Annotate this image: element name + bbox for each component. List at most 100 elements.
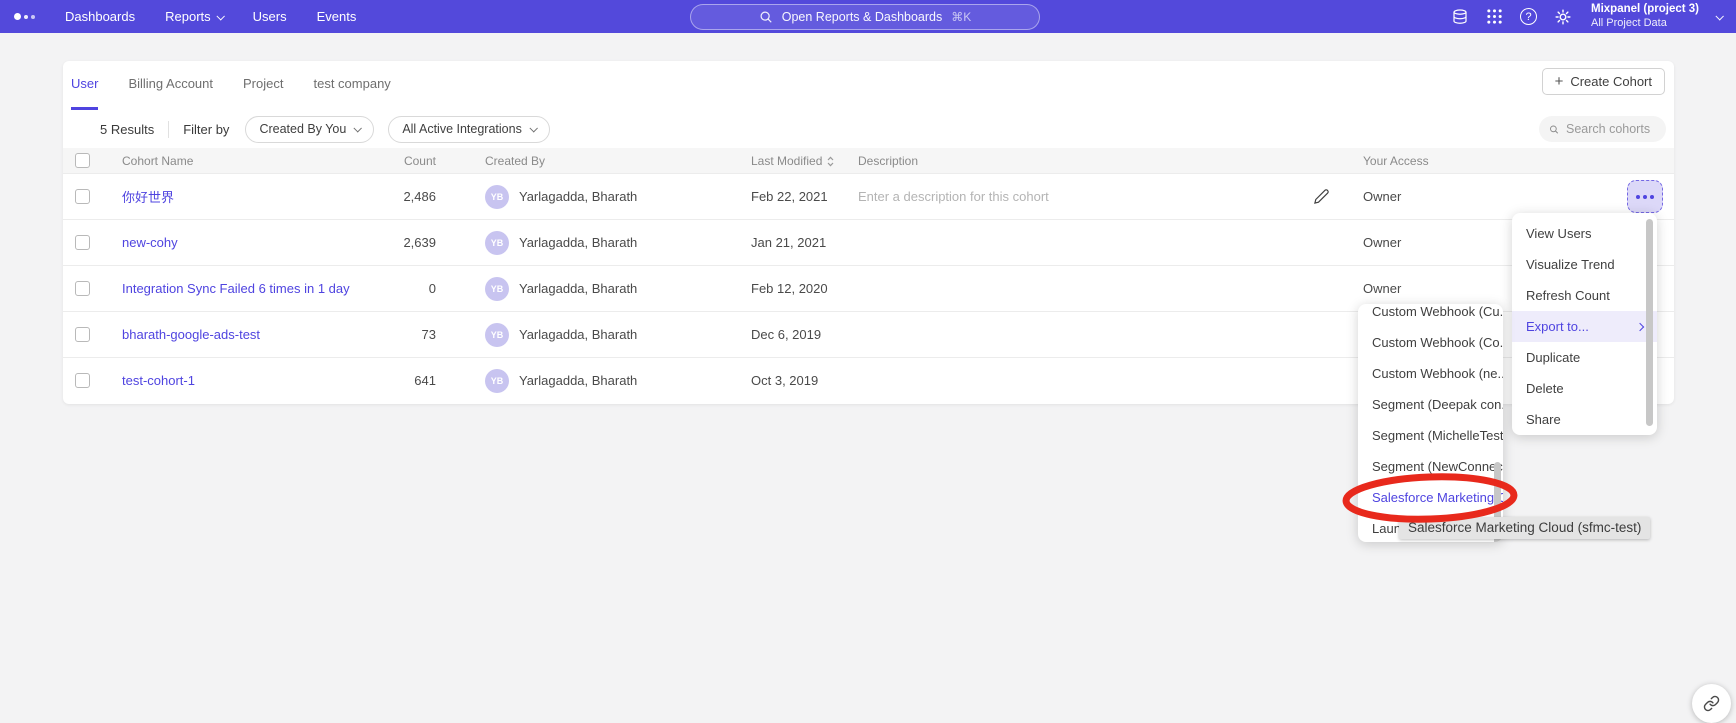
- row-checkbox[interactable]: [75, 373, 90, 388]
- submenu-item-custom-webhook-1[interactable]: Custom Webhook (Cu...: [1358, 304, 1503, 327]
- nav-item-events[interactable]: Events: [317, 9, 357, 24]
- integrations-filter[interactable]: All Active Integrations: [388, 116, 550, 143]
- avatar: YB: [485, 369, 509, 393]
- created-by-name: Yarlagadda, Bharath: [519, 235, 637, 250]
- cohort-name-link[interactable]: 你好世界: [122, 190, 174, 205]
- top-nav: Dashboards Reports Users Events Open Rep…: [0, 0, 1736, 33]
- filter-by-label: Filter by: [183, 122, 229, 137]
- created-by-filter-label: Created By You: [259, 122, 346, 136]
- tab-billing-account[interactable]: Billing Account: [128, 76, 213, 110]
- cohort-name-link[interactable]: Integration Sync Failed 6 times in 1 day: [122, 281, 350, 296]
- chevron-down-icon[interactable]: [1715, 12, 1723, 20]
- menu-item-share[interactable]: Share: [1512, 404, 1657, 435]
- cohort-search-field: [1539, 116, 1666, 142]
- menu-item-visualize-trend[interactable]: Visualize Trend: [1512, 249, 1657, 280]
- nav-item-users[interactable]: Users: [253, 9, 287, 24]
- col-your-access: Your Access: [1353, 154, 1593, 168]
- integrations-filter-label: All Active Integrations: [402, 122, 522, 136]
- data-management-icon[interactable]: [1451, 8, 1469, 26]
- col-cohort-name: Cohort Name: [122, 154, 376, 168]
- project-scope: All Project Data: [1591, 17, 1699, 31]
- row-checkbox[interactable]: [75, 281, 90, 296]
- menu-item-export-to[interactable]: Export to...: [1512, 311, 1657, 342]
- chevron-right-icon: [1636, 322, 1644, 330]
- help-icon[interactable]: ?: [1520, 8, 1537, 25]
- chevron-down-icon: [216, 12, 224, 20]
- tab-project[interactable]: Project: [243, 76, 283, 110]
- search-shortcut: ⌘K: [951, 10, 971, 24]
- created-by-name: Yarlagadda, Bharath: [519, 327, 637, 342]
- cohort-name-link[interactable]: new-cohy: [122, 235, 178, 250]
- submenu-item-segment-1[interactable]: Segment (Deepak con...: [1358, 389, 1503, 420]
- cohort-count: 2,639: [376, 235, 436, 250]
- edit-description-icon[interactable]: [1312, 188, 1330, 206]
- row-checkbox[interactable]: [75, 235, 90, 250]
- nav-item-reports[interactable]: Reports: [165, 9, 223, 24]
- row-actions-button[interactable]: [1627, 180, 1663, 213]
- create-cohort-label: Create Cohort: [1570, 74, 1652, 89]
- submenu-item-segment-2[interactable]: Segment (MichelleTest): [1358, 420, 1503, 451]
- divider: [168, 121, 169, 138]
- menu-scrollbar[interactable]: [1646, 219, 1653, 426]
- search-icon: [759, 10, 773, 24]
- description-placeholder[interactable]: Enter a description for this cohort: [858, 189, 1049, 204]
- col-last-modified[interactable]: Last Modified: [751, 154, 858, 168]
- cohort-count: 641: [376, 373, 436, 388]
- created-by-name: Yarlagadda, Bharath: [519, 189, 637, 204]
- search-icon: [1549, 123, 1559, 136]
- avatar: YB: [485, 277, 509, 301]
- export-destinations-submenu: Custom Webhook (Cu... Custom Webhook (Co…: [1358, 304, 1503, 542]
- avatar: YB: [485, 231, 509, 255]
- sort-icon: [827, 156, 834, 167]
- nav-label: Dashboards: [65, 9, 135, 24]
- copy-link-button[interactable]: [1692, 684, 1731, 723]
- tab-user[interactable]: User: [71, 76, 98, 110]
- nav-label: Reports: [165, 9, 211, 24]
- global-search-bar[interactable]: Open Reports & Dashboards ⌘K: [690, 4, 1040, 30]
- table-header: Cohort Name Count Created By Last Modifi…: [63, 148, 1674, 173]
- cohort-search-input[interactable]: [1566, 122, 1656, 136]
- cohort-count: 2,486: [376, 189, 436, 204]
- cohort-name-link[interactable]: bharath-google-ads-test: [122, 327, 260, 342]
- nav-item-dashboards[interactable]: Dashboards: [65, 9, 135, 24]
- col-created-by: Created By: [436, 154, 751, 168]
- submenu-item-segment-3[interactable]: Segment (NewConnec...: [1358, 451, 1503, 482]
- apps-grid-icon[interactable]: [1486, 8, 1503, 25]
- menu-item-label: Export to...: [1526, 319, 1589, 334]
- menu-item-duplicate[interactable]: Duplicate: [1512, 342, 1657, 373]
- menu-item-refresh-count[interactable]: Refresh Count: [1512, 280, 1657, 311]
- select-all-checkbox[interactable]: [75, 153, 90, 168]
- chevron-down-icon: [529, 124, 537, 132]
- menu-item-delete[interactable]: Delete: [1512, 373, 1657, 404]
- nav-label: Users: [253, 9, 287, 24]
- avatar: YB: [485, 323, 509, 347]
- salesforce-tooltip: Salesforce Marketing Cloud (sfmc-test): [1399, 517, 1650, 539]
- results-count: 5 Results: [100, 122, 154, 137]
- cohort-actions-menu: View Users Visualize Trend Refresh Count…: [1512, 213, 1657, 435]
- nav-label: Events: [317, 9, 357, 24]
- project-name: Mixpanel (project 3): [1591, 2, 1699, 16]
- access-level: Owner: [1353, 189, 1593, 204]
- row-checkbox[interactable]: [75, 189, 90, 204]
- create-cohort-button[interactable]: + Create Cohort: [1542, 68, 1665, 95]
- submenu-item-salesforce-marketing-cloud[interactable]: Salesforce Marketing C...: [1358, 482, 1503, 513]
- col-count: Count: [376, 154, 436, 168]
- project-switcher[interactable]: Mixpanel (project 3) All Project Data: [1591, 2, 1699, 30]
- created-by-filter[interactable]: Created By You: [245, 116, 374, 143]
- settings-icon[interactable]: [1554, 8, 1572, 26]
- last-modified-date: Oct 3, 2019: [751, 373, 858, 388]
- chevron-down-icon: [354, 124, 362, 132]
- last-modified-date: Feb 22, 2021: [751, 189, 858, 204]
- tab-test-company[interactable]: test company: [313, 76, 390, 110]
- table-row: new-cohy 2,639 YBYarlagadda, Bharath Jan…: [63, 219, 1674, 265]
- link-icon: [1703, 695, 1720, 712]
- mixpanel-logo-icon[interactable]: [14, 13, 35, 20]
- menu-item-view-users[interactable]: View Users: [1512, 218, 1657, 249]
- submenu-item-custom-webhook-2[interactable]: Custom Webhook (Co...: [1358, 327, 1503, 358]
- submenu-item-custom-webhook-3[interactable]: Custom Webhook (ne...: [1358, 358, 1503, 389]
- cohort-type-tabs: User Billing Account Project test compan…: [63, 61, 1674, 110]
- plus-icon: +: [1555, 74, 1564, 89]
- created-by-name: Yarlagadda, Bharath: [519, 281, 637, 296]
- cohort-name-link[interactable]: test-cohort-1: [122, 373, 195, 388]
- row-checkbox[interactable]: [75, 327, 90, 342]
